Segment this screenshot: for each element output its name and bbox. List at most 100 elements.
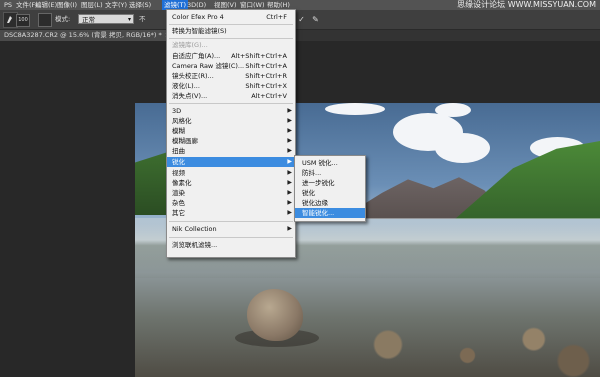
submenu-item-smart-sharpen[interactable]: 智能锐化... [295, 208, 365, 218]
menu-item-shortcut: Shift+Ctrl+A [245, 62, 287, 70]
menu-separator [169, 237, 293, 238]
submenu-item-label: 锐化边缘 [302, 199, 328, 207]
menu-separator [169, 24, 293, 25]
document-tab[interactable]: DSC8A3287.CR2 @ 15.6% (背景 拷贝, RGB/16*) *… [0, 30, 175, 41]
menu-item-shortcut: Ctrl+F [266, 13, 287, 21]
menu-item-camera-raw[interactable]: Camera Raw 滤镜(C)... Shift+Ctrl+A [167, 61, 295, 71]
submenu-item-sharpen-more[interactable]: 进一步锐化 [295, 178, 365, 188]
mode-label: 模式: [55, 15, 71, 23]
menu-type[interactable]: 文字(Y) [103, 0, 129, 10]
menu-item-liquify[interactable]: 液化(L)... Shift+Ctrl+X [167, 81, 295, 91]
boulder [247, 289, 303, 341]
menu-item-label: 浏览联机滤镜... [172, 241, 218, 249]
chevron-down-icon: ▾ [127, 16, 131, 23]
menu-item-label: 液化(L)... [172, 82, 200, 90]
menu-separator [169, 38, 293, 39]
menu-item-convert-smart[interactable]: 转换为智能滤镜(S) [167, 26, 295, 36]
menu-item-label: 3D [172, 107, 182, 115]
sharpen-submenu: USM 锐化... 防抖... 进一步锐化 锐化 锐化边缘 智能锐化... [294, 155, 366, 222]
chevron-right-icon: ▶ [287, 199, 292, 206]
menu-item-distort[interactable]: 扭曲 ▶ [167, 146, 295, 156]
ps-logo[interactable]: PS [2, 0, 14, 10]
menu-item-label: Color Efex Pro 4 [172, 13, 224, 21]
truncated-option-label: 不 [139, 15, 146, 23]
menu-item-shortcut: Alt+Ctrl+V [251, 92, 287, 100]
chevron-right-icon: ▶ [287, 169, 292, 176]
document-title: DSC8A3287.CR2 @ 15.6% (背景 拷贝, RGB/16*) * [4, 31, 162, 39]
submenu-item-label: 进一步锐化 [302, 179, 335, 187]
submenu-item-unsharp-mask[interactable]: USM 锐化... [295, 158, 365, 168]
menu-layer[interactable]: 图层(L) [79, 0, 105, 10]
menu-item-shortcut: Alt+Shift+Ctrl+A [231, 52, 287, 60]
submenu-item-label: 智能锐化... [302, 209, 335, 217]
chevron-right-icon: ▶ [287, 127, 292, 134]
chevron-right-icon: ▶ [287, 107, 292, 114]
menu-item-last-filter[interactable]: Color Efex Pro 4 Ctrl+F [167, 12, 295, 22]
menu-item-label: 扭曲 [172, 147, 185, 155]
menu-item-label: Nik Collection [172, 225, 217, 233]
menu-select[interactable]: 选择(S) [127, 0, 153, 10]
submenu-item-label: 锐化 [302, 189, 315, 197]
chevron-right-icon: ▶ [287, 225, 292, 232]
menu-item-browse-online[interactable]: 浏览联机滤镜... [167, 240, 295, 250]
filter-menu: Color Efex Pro 4 Ctrl+F 转换为智能滤镜(S) 滤镜库(G… [166, 9, 296, 258]
chevron-right-icon: ▶ [287, 137, 292, 144]
menu-item-label: 锐化 [172, 158, 185, 166]
brush-size-value[interactable]: 100 [16, 14, 30, 27]
menu-item-label: 渲染 [172, 189, 185, 197]
menu-item-label: 杂色 [172, 199, 185, 207]
cloud [435, 103, 471, 117]
submenu-item-label: 防抖... [302, 169, 322, 177]
menu-item-label: 视频 [172, 169, 185, 177]
menu-item-label: 滤镜库(G)... [172, 41, 208, 49]
chevron-right-icon: ▶ [287, 117, 292, 124]
menu-item-label: 消失点(V)... [172, 92, 208, 100]
chevron-right-icon: ▶ [287, 179, 292, 186]
menu-image[interactable]: 图像(I) [55, 0, 79, 10]
mode-value: 正常 [82, 16, 95, 24]
menu-item-adaptive-wide-angle[interactable]: 自适应广角(A)... Alt+Shift+Ctrl+A [167, 51, 295, 61]
menu-item-3d[interactable]: 3D ▶ [167, 106, 295, 116]
menu-item-stylize[interactable]: 风格化 ▶ [167, 116, 295, 126]
chevron-right-icon: ▶ [287, 158, 292, 165]
chevron-right-icon: ▶ [287, 189, 292, 196]
watermark-text: 思缘设计论坛 WWW.MISSYUAN.COM [457, 0, 596, 9]
menu-item-label: 像素化 [172, 179, 192, 187]
menu-item-vanishing-point[interactable]: 消失点(V)... Alt+Ctrl+V [167, 91, 295, 101]
lake-pebbles [335, 323, 600, 377]
cloud [325, 103, 385, 115]
menu-item-shortcut: Shift+Ctrl+X [245, 82, 287, 90]
menu-item-shortcut: Shift+Ctrl+R [245, 72, 287, 80]
menu-item-sharpen[interactable]: 锐化 ▶ [167, 157, 295, 167]
menu-item-gallery: 滤镜库(G)... [167, 40, 295, 50]
cloud [435, 133, 490, 163]
submenu-item-shake-reduction[interactable]: 防抖... [295, 168, 365, 178]
menu-item-label: 其它 [172, 209, 185, 217]
pressure-icon[interactable]: ✎ [310, 14, 321, 25]
menu-separator [169, 103, 293, 104]
menu-item-nik-collection[interactable]: Nik Collection ▶ [167, 224, 295, 234]
menu-item-noise[interactable]: 杂色 ▶ [167, 198, 295, 208]
document-tab-bar: DSC8A3287.CR2 @ 15.6% (背景 拷贝, RGB/16*) *… [0, 30, 600, 41]
menu-item-video[interactable]: 视频 ▶ [167, 168, 295, 178]
mode-dropdown[interactable]: 正常 ▾ [78, 14, 134, 24]
submenu-item-label: USM 锐化... [302, 159, 338, 167]
chevron-right-icon: ▶ [287, 147, 292, 154]
menu-bar: PS 文件(F) 编辑(E) 图像(I) 图层(L) 文字(Y) 选择(S) 滤… [0, 0, 600, 10]
menu-item-blur-gallery[interactable]: 模糊画廊 ▶ [167, 136, 295, 146]
menu-separator [169, 221, 293, 222]
submenu-item-sharpen-edges[interactable]: 锐化边缘 [295, 198, 365, 208]
brush-panel-icon[interactable] [38, 13, 52, 27]
menu-item-label: 模糊画廊 [172, 137, 198, 145]
menu-item-lens-correction[interactable]: 镜头校正(R)... Shift+Ctrl+R [167, 71, 295, 81]
submenu-item-sharpen[interactable]: 锐化 [295, 188, 365, 198]
menu-item-blur[interactable]: 模糊 ▶ [167, 126, 295, 136]
menu-item-label: 风格化 [172, 117, 192, 125]
airbrush-icon[interactable]: ✓ [296, 14, 307, 25]
menu-item-label: 转换为智能滤镜(S) [172, 27, 227, 35]
menu-item-other[interactable]: 其它 ▶ [167, 208, 295, 218]
menu-item-label: 镜头校正(R)... [172, 72, 214, 80]
menu-item-pixelate[interactable]: 像素化 ▶ [167, 178, 295, 188]
menu-item-label: 模糊 [172, 127, 185, 135]
menu-item-render[interactable]: 渲染 ▶ [167, 188, 295, 198]
